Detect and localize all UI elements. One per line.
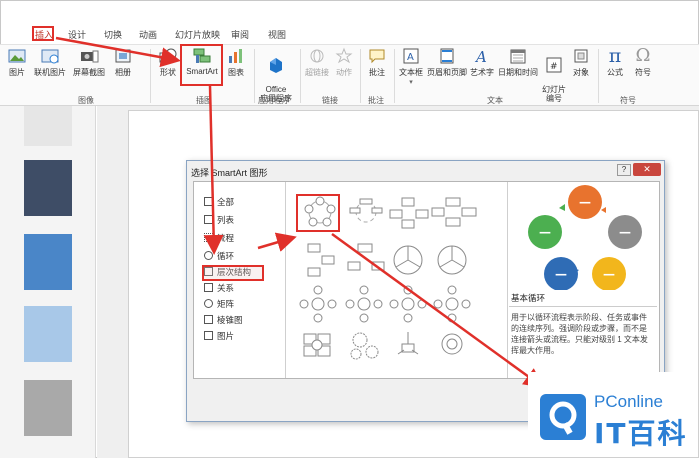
pconline-logo-icon xyxy=(540,394,586,440)
arrow-smartart-to-cycle xyxy=(203,85,224,255)
arrow-cycle-to-layout xyxy=(257,232,297,252)
watermark-brand: PConline xyxy=(594,392,663,411)
arrow-tab-to-smartart xyxy=(55,36,181,68)
arrow-layout-to-description xyxy=(331,232,545,388)
watermark-cn: IT百科 xyxy=(594,417,688,450)
